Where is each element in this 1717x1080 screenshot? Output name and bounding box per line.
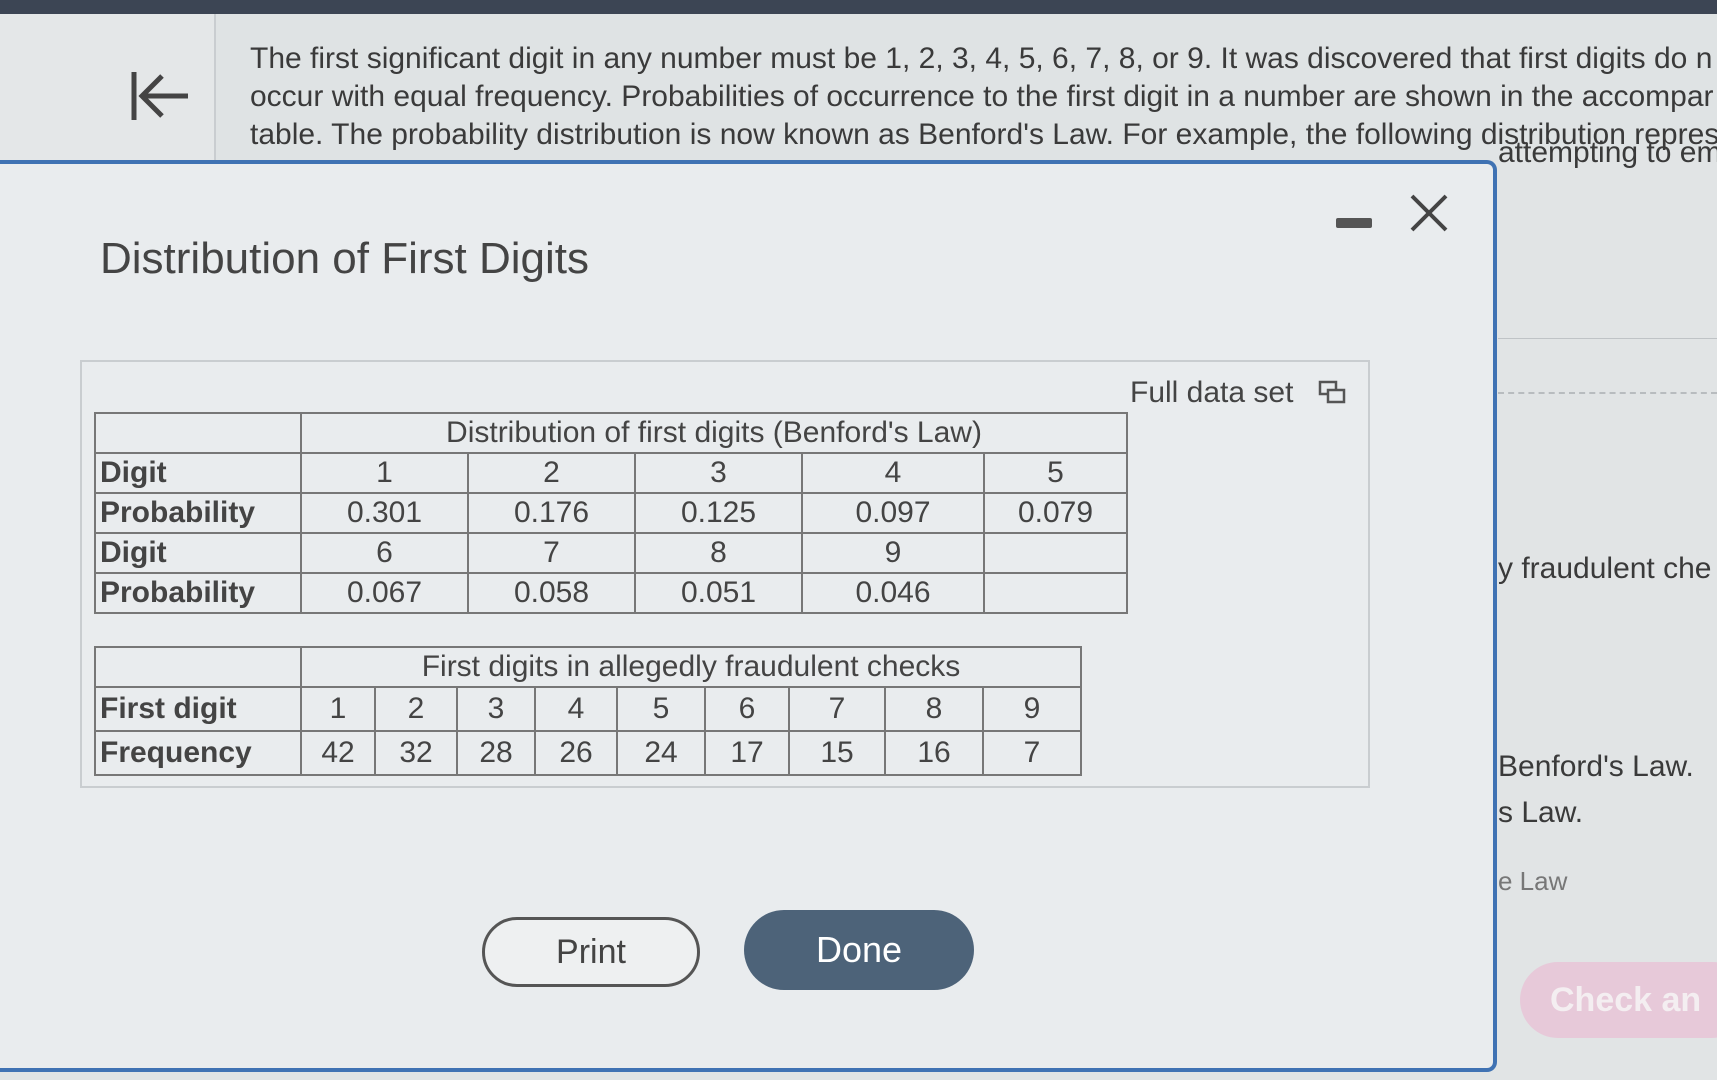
table-row: Frequency 42 32 28 26 24 17 15 16 7	[94, 730, 1082, 776]
row-label: Digit	[94, 452, 302, 494]
full-data-set-link[interactable]: Full data set	[1130, 376, 1293, 410]
table-cell: 16	[884, 730, 984, 776]
table-row: Digit 6 7 8 9	[94, 532, 1128, 574]
table-cell: 26	[534, 730, 618, 776]
table-cell: 7	[788, 686, 886, 732]
table-caption-row: Distribution of first digits (Benford's …	[94, 412, 1128, 454]
check-answer-button[interactable]: Check an	[1520, 962, 1717, 1038]
background-text: attempting to em	[1498, 136, 1717, 169]
table-cell: 0.301	[300, 492, 469, 534]
row-label: Frequency	[94, 730, 302, 776]
table-cell: 7	[982, 730, 1082, 776]
question-line: occur with equal frequency. Probabilitie…	[250, 80, 1714, 113]
table-cell: 5	[983, 452, 1128, 494]
table-row: Probability 0.067 0.058 0.051 0.046	[94, 572, 1128, 614]
background-right-panel	[1490, 150, 1717, 1080]
table-cell: 8	[634, 532, 803, 574]
back-to-start-icon[interactable]	[128, 66, 192, 126]
row-label: First digit	[94, 686, 302, 732]
table-cell: 42	[300, 730, 376, 776]
row-label: Probability	[94, 492, 302, 534]
table-cell: 15	[788, 730, 886, 776]
table-cell: 24	[616, 730, 706, 776]
table-cell: 4	[534, 686, 618, 732]
table-cell: 0.067	[300, 572, 469, 614]
table-cell: 9	[801, 532, 985, 574]
table-cell: 0.079	[983, 492, 1128, 534]
table-caption-row: First digits in allegedly fraudulent che…	[94, 646, 1082, 688]
table-cell: 17	[704, 730, 790, 776]
table-cell: 0.125	[634, 492, 803, 534]
background-text: s Law.	[1498, 796, 1584, 829]
modal-title: Distribution of First Digits	[100, 234, 590, 283]
table-cell: 1	[300, 686, 376, 732]
background-text: y fraudulent che	[1498, 552, 1712, 585]
table-cell	[983, 532, 1128, 574]
close-icon[interactable]	[1408, 192, 1450, 234]
table-cell: 8	[884, 686, 984, 732]
background-text: e Law	[1498, 866, 1568, 896]
table-cell: 9	[982, 686, 1082, 732]
print-button[interactable]: Print	[482, 917, 700, 987]
table-caption: First digits in allegedly fraudulent che…	[300, 646, 1082, 688]
question-line: table. The probability distribution is n…	[250, 118, 1717, 151]
table-cell: 5	[616, 686, 706, 732]
question-line: The first significant digit in any numbe…	[250, 42, 1713, 75]
answer-blank	[1498, 392, 1717, 394]
table-cell: 7	[467, 532, 636, 574]
table-cell: 4	[801, 452, 985, 494]
minimize-icon[interactable]	[1336, 218, 1372, 228]
row-label: Digit	[94, 532, 302, 574]
table-cell: 28	[456, 730, 536, 776]
table-cell: 6	[704, 686, 790, 732]
divider	[1498, 338, 1717, 339]
table-cell: 0.046	[801, 572, 985, 614]
table-cell: 0.176	[467, 492, 636, 534]
table-cell: 3	[456, 686, 536, 732]
table-cell	[983, 572, 1128, 614]
done-button[interactable]: Done	[744, 910, 974, 990]
table-cell: 0.051	[634, 572, 803, 614]
background-text: Benford's Law.	[1498, 750, 1694, 783]
table-row: First digit 1 2 3 4 5 6 7 8 9	[94, 686, 1082, 732]
copy-icon[interactable]	[1318, 380, 1346, 406]
table-cell: 3	[634, 452, 803, 494]
table-cell: 2	[467, 452, 636, 494]
table-row: Probability 0.301 0.176 0.125 0.097 0.07…	[94, 492, 1128, 534]
table-cell: 32	[374, 730, 458, 776]
table-row: Digit 1 2 3 4 5	[94, 452, 1128, 494]
table-cell: 0.058	[467, 572, 636, 614]
question-text: The first significant digit in any numbe…	[250, 40, 1717, 164]
benford-table: Distribution of first digits (Benford's …	[94, 412, 1128, 614]
table-cell: 1	[300, 452, 469, 494]
table-cell: 6	[300, 532, 469, 574]
top-bar	[0, 0, 1717, 14]
table-cell: 0.097	[801, 492, 985, 534]
table-caption: Distribution of first digits (Benford's …	[300, 412, 1128, 454]
fraud-table: First digits in allegedly fraudulent che…	[94, 646, 1082, 776]
row-label: Probability	[94, 572, 302, 614]
data-modal: Distribution of First Digits Full data s…	[0, 160, 1497, 1072]
table-cell: 2	[374, 686, 458, 732]
